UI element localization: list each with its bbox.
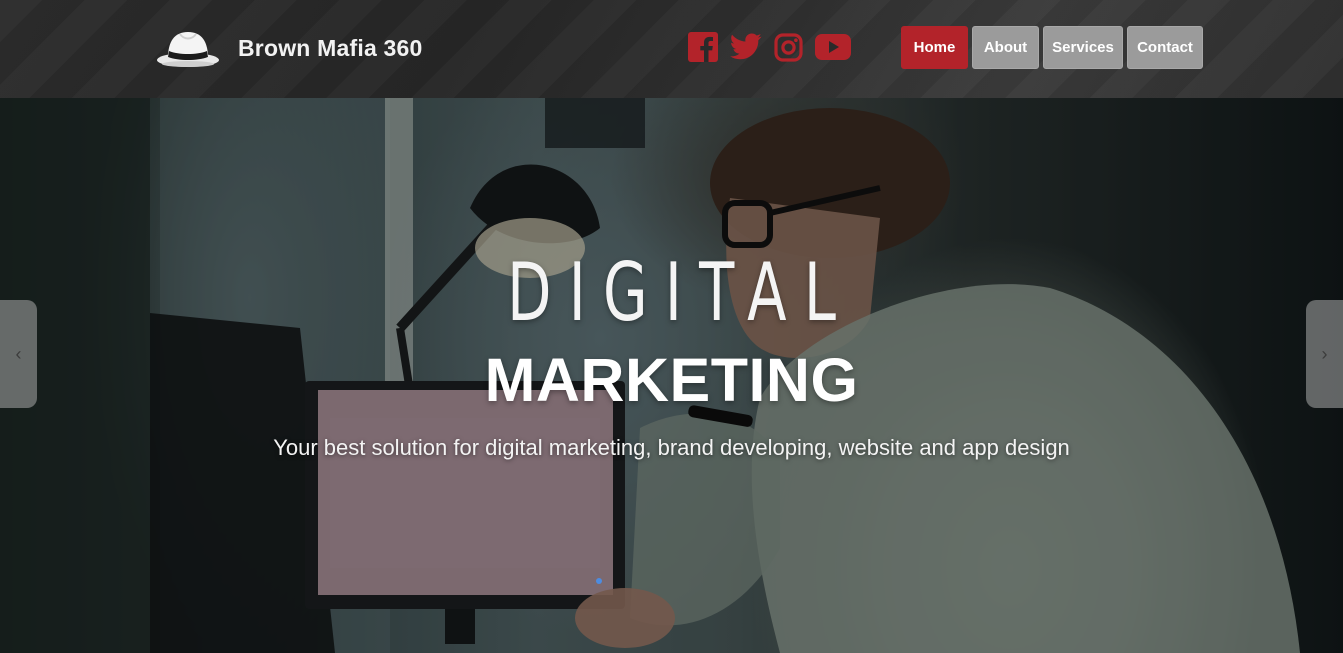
- instagram-icon[interactable]: [774, 32, 803, 62]
- fedora-hat-icon: [157, 32, 219, 67]
- nav-contact-button[interactable]: Contact: [1127, 26, 1203, 69]
- site-header: Brown Mafia 360 Home About Services Cont…: [0, 0, 1343, 98]
- hero-title-marketing: MARKETING: [484, 346, 859, 414]
- main-nav: Home About Services Contact: [901, 26, 1207, 69]
- slider-prev-button[interactable]: ‹: [0, 300, 37, 408]
- slider-indicator-dot[interactable]: [596, 578, 602, 584]
- hero-content: DIGITAL MARKETING Your best solution for…: [0, 98, 1343, 653]
- hero-slider: DIGITAL MARKETING Your best solution for…: [0, 98, 1343, 653]
- twitter-icon[interactable]: [730, 33, 762, 61]
- hero-title-digital: DIGITAL: [507, 246, 854, 339]
- brand-name: Brown Mafia 360: [238, 34, 423, 61]
- youtube-icon[interactable]: [815, 34, 851, 60]
- chevron-right-icon: ›: [1321, 343, 1328, 364]
- nav-home-button[interactable]: Home: [901, 26, 968, 69]
- hero-subtitle: Your best solution for digital marketing…: [273, 435, 1070, 460]
- chevron-left-icon: ‹: [15, 343, 22, 364]
- brand[interactable]: Brown Mafia 360: [154, 24, 423, 72]
- slider-next-button[interactable]: ›: [1306, 300, 1343, 408]
- nav-services-button[interactable]: Services: [1043, 26, 1123, 69]
- facebook-icon[interactable]: [688, 32, 718, 62]
- social-links: [688, 32, 851, 62]
- nav-about-button[interactable]: About: [972, 26, 1039, 69]
